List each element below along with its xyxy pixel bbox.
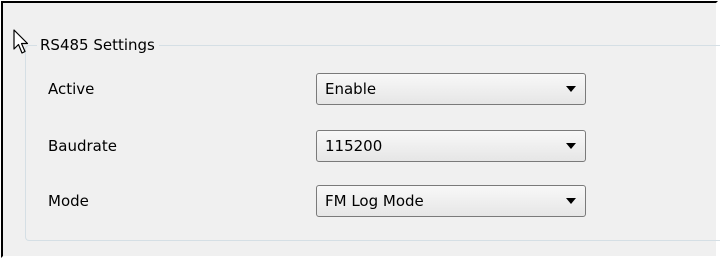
active-select-value: Enable [325, 80, 377, 98]
baudrate-select-value: 115200 [325, 137, 383, 155]
chevron-down-icon [566, 198, 576, 204]
mode-label: Mode [48, 192, 89, 210]
baudrate-label: Baudrate [48, 137, 117, 155]
chevron-down-icon [566, 86, 576, 92]
active-select[interactable]: Enable [316, 73, 586, 105]
mode-select[interactable]: FM Log Mode [316, 185, 586, 217]
mouse-pointer-icon [13, 29, 29, 54]
group-title: RS485 Settings [37, 36, 159, 54]
mode-select-value: FM Log Mode [325, 192, 424, 210]
active-label: Active [48, 80, 95, 98]
settings-panel: RS485 Settings Active Enable Baudrate 11… [1, 1, 720, 258]
baudrate-select[interactable]: 115200 [316, 130, 586, 162]
chevron-down-icon [566, 143, 576, 149]
